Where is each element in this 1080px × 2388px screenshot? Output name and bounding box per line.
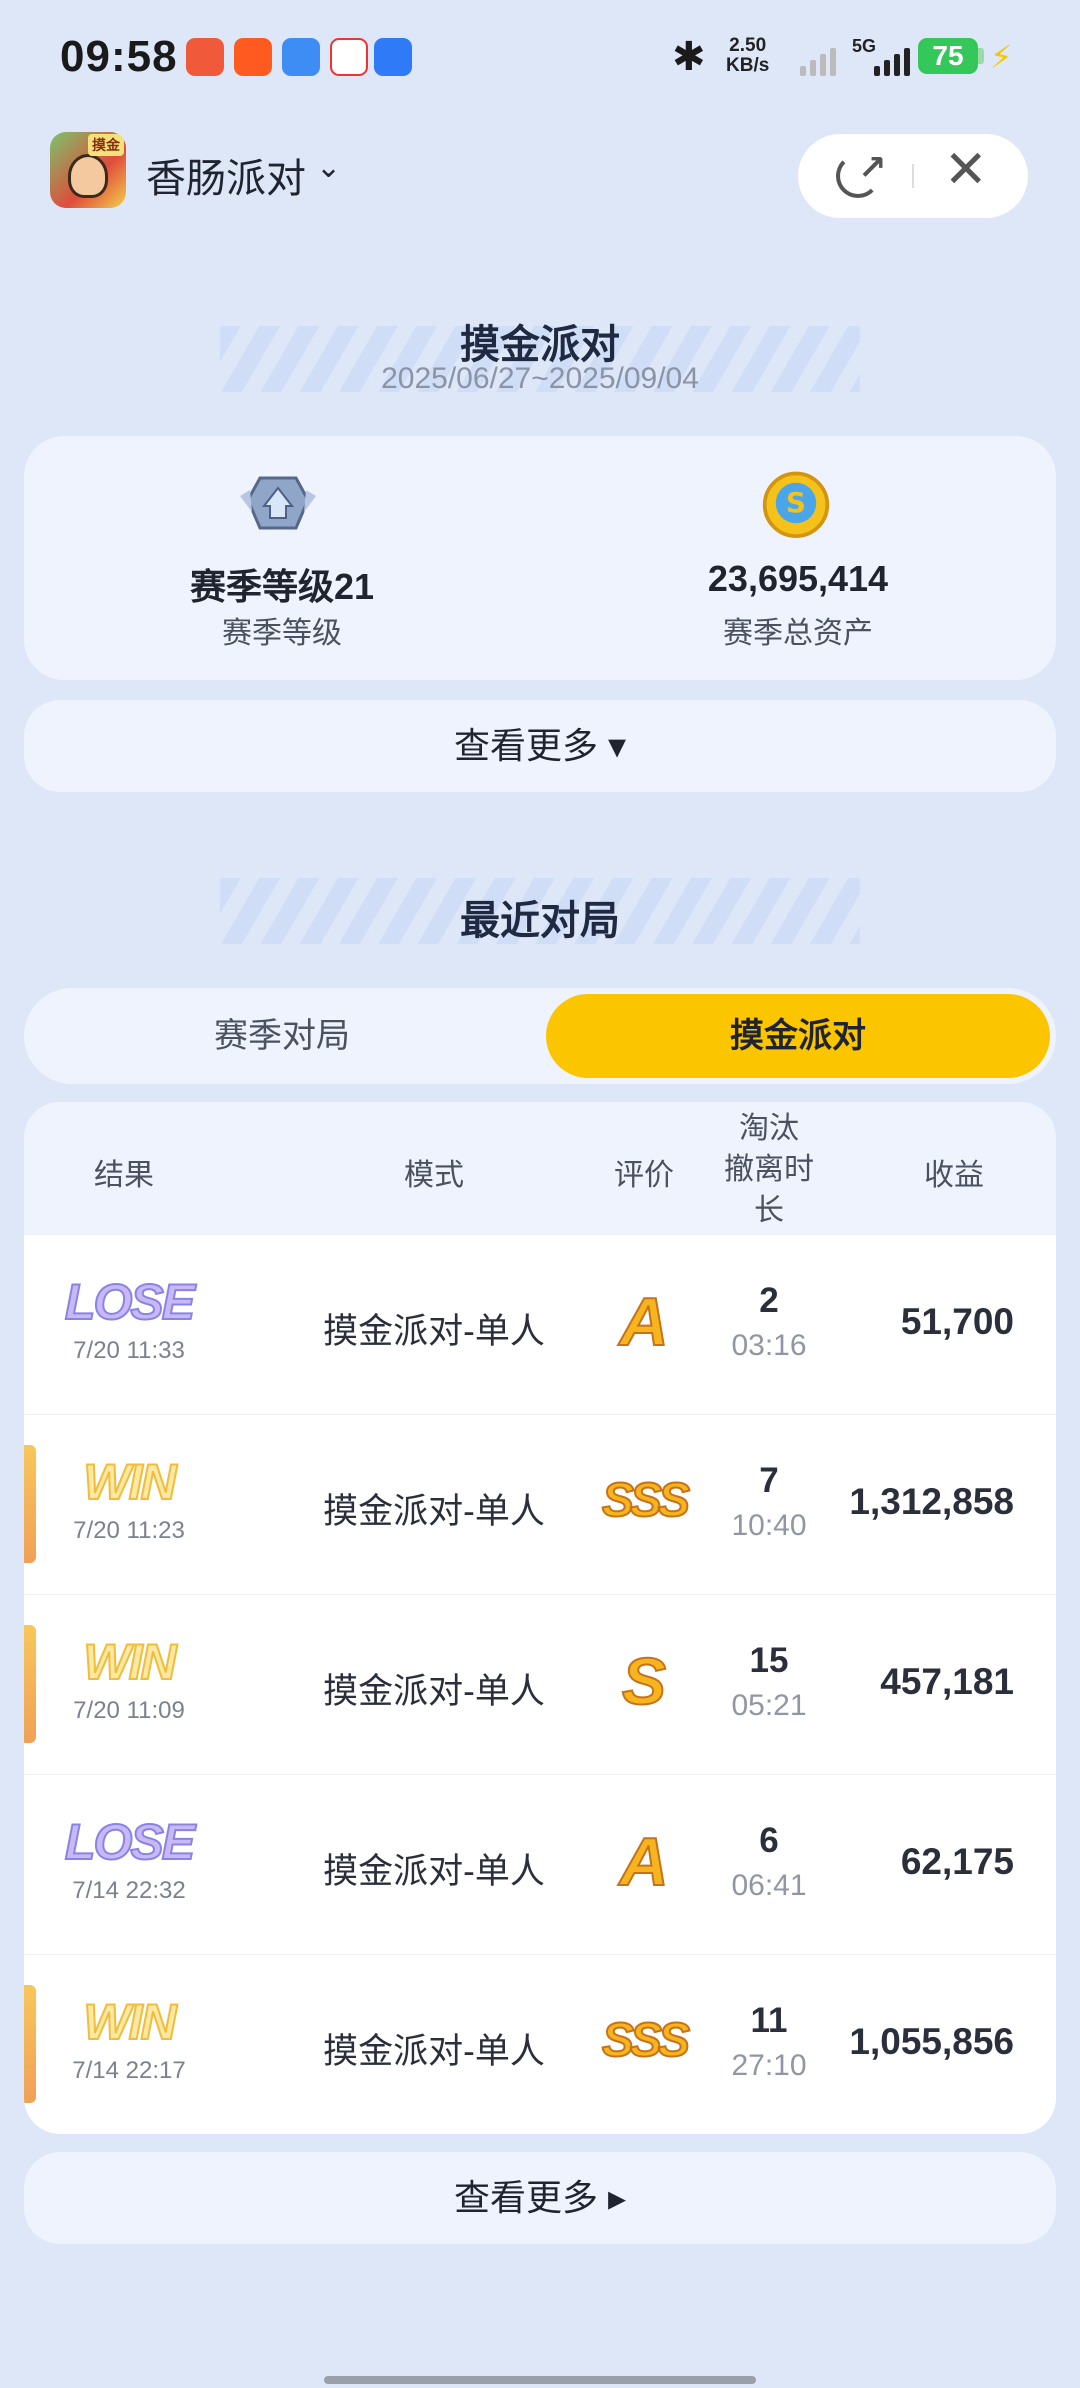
table-row[interactable]: LOSE 7/20 11:33 摸金派对-单人 A 2 03:16 51,700	[24, 1234, 1056, 1414]
app-name[interactable]: 香肠派对	[146, 146, 306, 204]
match-time: 7/20 11:23	[73, 1517, 185, 1544]
match-time: 7/14 22:17	[72, 2057, 186, 2084]
coin-icon: S	[762, 471, 830, 538]
match-mode: 摸金派对-单人	[323, 1492, 545, 1531]
notification-app-icon	[374, 38, 412, 76]
app-icon-character	[68, 154, 108, 198]
tab-mojin-party[interactable]: 摸金派对	[546, 994, 1050, 1078]
column-rating: 评价	[614, 1159, 674, 1192]
net-speed: 2.50 KB/s	[726, 35, 770, 76]
season-view-more-button[interactable]: 查看更多 ▾	[24, 700, 1056, 792]
status-bar: 09:58 ✱ 2.50 KB/s 5G 75 ⚡	[0, 0, 1080, 118]
match-time: 7/20 11:09	[73, 1697, 185, 1724]
battery-cap	[978, 48, 984, 64]
win-indicator-bar	[24, 1445, 36, 1563]
win-indicator-bar	[24, 1625, 36, 1743]
season-level-badge-icon	[240, 476, 316, 530]
capsule-divider	[912, 164, 914, 188]
notification-app-icon	[282, 38, 320, 76]
table-row[interactable]: WIN 7/20 11:23 摸金派对-单人 SSS 7 10:40 1,312…	[24, 1414, 1056, 1594]
match-mode: 摸金派对-单人	[323, 1852, 545, 1891]
season-level-value: 赛季等级21	[189, 566, 375, 607]
signal-strength-icon	[874, 42, 910, 76]
result-win-badge: WIN	[82, 1993, 177, 2051]
taobao-notification-icon	[234, 38, 272, 76]
column-mode: 模式	[404, 1159, 464, 1192]
svg-text:S: S	[786, 486, 806, 519]
network-type: 5G	[852, 36, 877, 56]
column-rank-duration: 淘汰 撤离时 长	[724, 1112, 814, 1227]
share-arrow-icon: ↗	[858, 149, 887, 187]
win-indicator-bar	[24, 1985, 36, 2103]
match-earnings: 457,181	[880, 1661, 1014, 1702]
home-indicator[interactable]	[324, 2376, 756, 2384]
result-lose-badge: LOSE	[64, 1813, 196, 1871]
result-win-badge: WIN	[82, 1453, 177, 1511]
match-earnings: 1,312,858	[849, 1481, 1014, 1522]
match-mode: 摸金派对-单人	[323, 2032, 545, 2071]
close-icon[interactable]: ✕	[944, 140, 988, 200]
column-result: 结果	[94, 1159, 154, 1192]
match-earnings: 62,175	[900, 1841, 1014, 1882]
match-time: 7/14 22:32	[72, 1877, 186, 1904]
grade-badge: SSS	[601, 2013, 691, 2068]
tab-season-matches[interactable]: 赛季对局	[24, 988, 540, 1084]
table-row[interactable]: WIN 7/14 22:17 摸金派对-单人 SSS 11 27:10 1,05…	[24, 1954, 1056, 2134]
grade-badge: A	[618, 1283, 669, 1361]
table-row[interactable]: LOSE 7/14 22:32 摸金派对-单人 A 6 06:41 62,175	[24, 1774, 1056, 1954]
match-table: 结果 模式 评价 淘汰 撤离时 长 收益 LOSE 7/20 11:33 摸金派…	[24, 1102, 1056, 2134]
bluetooth-icon: ✱	[672, 35, 706, 79]
season-date-range: 2025/06/27~2025/09/04	[381, 362, 699, 395]
charging-icon: ⚡	[990, 39, 1013, 75]
notification-app-icon	[330, 38, 368, 76]
result-lose-badge: LOSE	[64, 1273, 196, 1331]
app-icon-tag: 摸金	[88, 134, 124, 156]
result-win-badge: WIN	[82, 1633, 177, 1691]
grade-badge: A	[618, 1823, 669, 1901]
season-level-label: 赛季等级	[222, 617, 342, 650]
season-assets-value: 23,695,414	[707, 558, 889, 599]
signal-strength-icon	[800, 42, 836, 76]
recent-matches-title: 最近对局	[460, 899, 620, 943]
table-row[interactable]: WIN 7/20 11:09 摸金派对-单人 S 15 05:21 457,18…	[24, 1594, 1056, 1774]
match-time: 7/20 11:33	[73, 1337, 185, 1364]
season-assets-label: 赛季总资产	[723, 617, 873, 650]
column-earnings: 收益	[924, 1159, 984, 1192]
notification-app-icon	[186, 38, 224, 76]
matches-view-more-button[interactable]: 查看更多 ▸	[24, 2152, 1056, 2244]
match-earnings: 51,700	[900, 1301, 1014, 1342]
grade-badge: S	[621, 1643, 667, 1719]
match-mode: 摸金派对-单人	[323, 1312, 545, 1351]
match-mode: 摸金派对-单人	[323, 1672, 545, 1711]
grade-badge: SSS	[601, 1473, 691, 1528]
chevron-down-icon[interactable]: ⌄	[316, 150, 341, 185]
battery-level: 75	[918, 38, 978, 74]
clock: 09:58	[60, 32, 178, 81]
match-earnings: 1,055,856	[849, 2021, 1014, 2062]
table-header: 结果 模式 评价 淘汰 撤离时 长 收益	[24, 1102, 1056, 1234]
app-icon[interactable]: 摸金	[50, 132, 126, 208]
